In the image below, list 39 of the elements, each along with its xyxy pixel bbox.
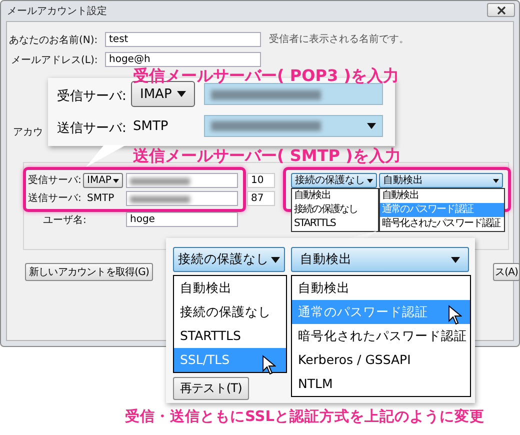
list-option[interactable]: 暗号化されたパスワード認証: [380, 217, 504, 231]
field-label: ユーザ名:: [43, 215, 86, 227]
list-option[interactable]: 自動検出: [292, 276, 470, 300]
auth-dropdown[interactable]: 自動検出: [379, 173, 503, 188]
protocol-dropdown[interactable]: IMAP: [83, 173, 123, 188]
list-option[interactable]: NTLM: [292, 372, 470, 396]
auth-dropdown[interactable]: 自動検出: [291, 247, 469, 272]
field-label: 受信サーバ:: [57, 88, 126, 105]
field-label: アカウ: [13, 127, 43, 139]
annotation-heading: 送信メールサーバー( SMTP )を入力: [133, 147, 401, 165]
dialog-button[interactable]: ス(A): [493, 263, 520, 281]
protocol-text: SMTP: [87, 193, 114, 205]
username-field[interactable]: hoge: [126, 212, 238, 227]
list-option[interactable]: 暗号化されたパスワード認証: [292, 324, 470, 348]
port-field[interactable]: 10: [247, 173, 275, 188]
list-option[interactable]: Kerberos / GSSAPI: [292, 348, 470, 372]
list-option[interactable]: STARTTLS: [292, 217, 378, 231]
protocol-text: SMTP: [133, 119, 168, 134]
retest-button[interactable]: 再テスト(T): [173, 377, 249, 400]
field-hint: 受信者に表示される名前です。: [269, 34, 409, 46]
list-option[interactable]: 自動検出: [380, 189, 504, 203]
list-option[interactable]: 接続の保護なし: [292, 203, 378, 217]
window-title: メールアカウント設定: [7, 4, 107, 18]
field-label: メールアドレス(L):: [11, 55, 98, 67]
ssl-dropdown[interactable]: 接続の保護なし: [173, 247, 285, 272]
field-label: 受信サーバ:: [28, 175, 82, 187]
annotation-caption: 受信・送信ともにSSLと認証方式を上記のように変更: [125, 408, 484, 426]
port-field[interactable]: 87: [247, 191, 275, 206]
field-label: あなたのお名前(N):: [9, 35, 98, 47]
email-field[interactable]: hoge@h: [105, 52, 261, 67]
list-option[interactable]: 自動検出: [174, 276, 286, 300]
list-option[interactable]: STARTTLS: [174, 324, 286, 348]
field-label: 送信サーバ:: [28, 193, 82, 205]
field-label: 送信サーバ:: [57, 120, 126, 137]
new-account-button[interactable]: 新しいアカウントを取得(G): [25, 263, 153, 281]
list-option[interactable]: 自動検出: [292, 189, 378, 203]
ssl-dropdown[interactable]: 接続の保護なし: [291, 173, 377, 188]
list-option[interactable]: 接続の保護なし: [174, 300, 286, 324]
name-field[interactable]: test: [105, 32, 261, 47]
